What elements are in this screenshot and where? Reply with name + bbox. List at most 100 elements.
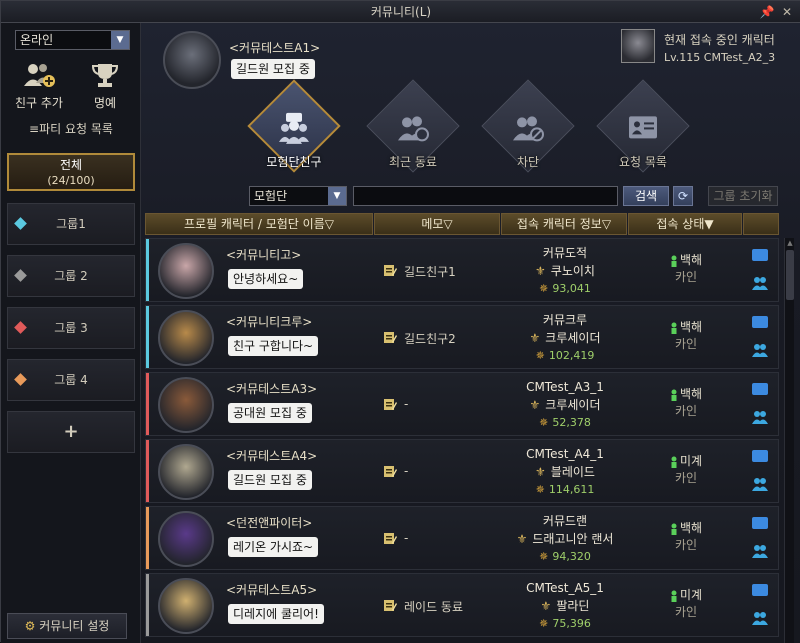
column-status[interactable]: 접속 상태▼: [628, 213, 742, 235]
tab-adventure-friends[interactable]: 모험단친구: [247, 79, 341, 185]
friend-row[interactable]: <던전앤파이터> 레기온 가시죠~ - 커뮤드랜 ⚜ 드래고니안 랜서 ✵ 94,3…: [145, 506, 779, 570]
friend-adventure-name: <커뮤테스트A4>: [226, 449, 318, 463]
memo-edit-icon[interactable]: [383, 397, 397, 411]
group-label: 그룹 4: [54, 373, 88, 387]
friend-character-job-line: ⚜ 팔라딘: [502, 597, 628, 615]
column-character-info[interactable]: 접속 캐릭터 정보▽: [501, 213, 627, 235]
friend-character-job: 블레이드: [550, 465, 595, 479]
friend-adventure-name: <커뮤니티크루>: [226, 315, 313, 329]
community-settings-label: 커뮤니티 설정: [39, 619, 110, 633]
my-adventure-name: <커뮤테스트A1>: [229, 41, 321, 55]
online-indicator-icon: [670, 255, 678, 267]
friend-avatar[interactable]: [158, 511, 214, 567]
party-invite-icon[interactable]: [752, 409, 768, 425]
close-icon[interactable]: ✕: [779, 4, 795, 20]
online-indicator-icon: [670, 590, 678, 602]
power-emblem-icon: ✵: [539, 416, 549, 429]
memo-edit-icon[interactable]: [383, 330, 397, 344]
party-invite-icon[interactable]: [752, 342, 768, 358]
friend-character-job: 쿠노이치: [550, 264, 595, 278]
add-friend-button[interactable]: 친구 추가: [7, 57, 71, 113]
column-profile[interactable]: 프로필 캐릭터 / 모험단 이름▽: [145, 213, 373, 235]
tab-recent-party[interactable]: 최근 동료: [366, 79, 460, 185]
party-invite-icon[interactable]: [752, 275, 768, 291]
friend-avatar[interactable]: [158, 578, 214, 634]
friend-memo: -: [404, 531, 409, 545]
friend-row[interactable]: <커뮤테스트A4> 길드원 모집 중 - CMTest_A4_1 ⚜ 블레이드 ✵…: [145, 439, 779, 503]
search-filter-value: 모험단: [254, 189, 288, 203]
friend-connection-status: 백해 카인: [656, 319, 716, 353]
friend-row[interactable]: <커뮤테스트A3> 공대원 모집 중 - CMTest_A3_1 ⚜ 크루세이더 …: [145, 372, 779, 436]
search-filter-select[interactable]: 모험단 ▼: [249, 186, 347, 206]
pin-icon[interactable]: 📌: [759, 4, 775, 20]
friend-memo: 길드친구1: [404, 265, 456, 279]
friend-row[interactable]: <커뮤테스트A5> 디레지에 쿨리어! 레이드 동료 CMTest_A5_1 ⚜…: [145, 573, 779, 637]
group-2-button[interactable]: 그룹 2: [7, 255, 135, 297]
friend-character-name: 커뮤크루: [542, 313, 588, 327]
friend-channel: 카인: [674, 605, 698, 619]
search-input[interactable]: [353, 186, 618, 206]
friend-character-info: CMTest_A5_1 ⚜ 팔라딘 ✵ 75,396: [502, 579, 628, 633]
party-request-list-link[interactable]: ≡파티 요청 목록: [1, 119, 141, 139]
group-all-button[interactable]: 전체 (24/100): [7, 153, 135, 191]
friend-connection-status: 백해 카인: [656, 520, 716, 554]
my-profile-avatar[interactable]: [163, 31, 221, 89]
party-invite-icon[interactable]: [752, 610, 768, 626]
whisper-chat-icon[interactable]: [752, 517, 768, 529]
memo-edit-icon[interactable]: [383, 464, 397, 478]
friend-character-info: CMTest_A3_1 ⚜ 크루세이더 ✵ 52,378: [502, 378, 628, 432]
friend-status-message: 레기온 가시죠~: [228, 537, 319, 557]
group-4-button[interactable]: 그룹 4: [7, 359, 135, 401]
friend-server: 미계: [679, 588, 703, 602]
memo-edit-icon[interactable]: [383, 263, 397, 277]
group-3-button[interactable]: 그룹 3: [7, 307, 135, 349]
online-indicator-icon: [670, 322, 678, 334]
group-reset-button[interactable]: 그룹 초기화: [708, 186, 778, 206]
friend-adventure-name: <커뮤테스트A3>: [226, 382, 318, 396]
scroll-up-icon[interactable]: ▲: [785, 238, 795, 248]
my-status-message[interactable]: 길드원 모집 중: [231, 59, 315, 79]
friend-list-scrollbar[interactable]: ▲: [784, 238, 794, 643]
refresh-button[interactable]: ⟳: [673, 186, 693, 206]
power-emblem-icon: ✵: [535, 349, 545, 362]
friend-avatar[interactable]: [158, 310, 214, 366]
tab-block[interactable]: 차단: [481, 79, 575, 185]
group-1-button[interactable]: 그룹1: [7, 203, 135, 245]
memo-edit-icon[interactable]: [383, 531, 397, 545]
party-invite-icon[interactable]: [752, 543, 768, 559]
add-group-button[interactable]: +: [7, 411, 135, 453]
main-panel: <커뮤테스트A1> 길드원 모집 중 현재 접속 중인 캐릭터 Lv.115 C…: [141, 23, 800, 643]
tab-request-list[interactable]: 요청 목록: [596, 79, 690, 185]
friend-channel: 카인: [674, 337, 698, 351]
friend-avatar[interactable]: [158, 444, 214, 500]
friend-status-message: 디레지에 쿨리어!: [228, 604, 324, 624]
friend-character-name: 커뮤도적: [542, 246, 588, 260]
friend-character-name: CMTest_A5_1: [526, 581, 604, 595]
friend-avatar[interactable]: [158, 377, 214, 433]
friend-status-message: 길드원 모집 중: [228, 470, 312, 490]
friend-connection-status: 미계 카인: [656, 453, 716, 487]
party-invite-icon[interactable]: [752, 476, 768, 492]
friend-memo: -: [404, 397, 409, 411]
title-bar[interactable]: 커뮤니티(L) 📌 ✕: [1, 1, 800, 23]
friend-adventure-name: <던전앤파이터>: [226, 516, 313, 530]
friend-character-job-line: ⚜ 블레이드: [502, 463, 628, 481]
online-status-select[interactable]: 온라인 ▼: [15, 30, 130, 50]
add-friend-icon: [24, 64, 55, 87]
column-memo[interactable]: 메모▽: [374, 213, 500, 235]
search-button[interactable]: 검색: [623, 186, 669, 206]
whisper-chat-icon[interactable]: [752, 249, 768, 261]
whisper-chat-icon[interactable]: [752, 316, 768, 328]
whisper-chat-icon[interactable]: [752, 383, 768, 395]
memo-edit-icon[interactable]: [383, 598, 397, 612]
group-all-label: 전체: [59, 158, 83, 172]
block-icon: [513, 116, 544, 142]
whisper-chat-icon[interactable]: [752, 584, 768, 596]
community-settings-button[interactable]: ⚙ 커뮤니티 설정: [7, 613, 127, 639]
friend-avatar[interactable]: [158, 243, 214, 299]
whisper-chat-icon[interactable]: [752, 450, 768, 462]
scroll-thumb[interactable]: [786, 250, 794, 300]
friend-row[interactable]: <커뮤니티크루> 친구 구합니다~ 길드친구2 커뮤크루 ⚜ 크루세이더 ✵ 102…: [145, 305, 779, 369]
friend-row[interactable]: <커뮤니티고> 안녕하세요~ 길드친구1 커뮤도적 ⚜ 쿠노이치 ✵ 93,041 …: [145, 238, 779, 302]
honor-button[interactable]: 명예: [73, 57, 137, 113]
